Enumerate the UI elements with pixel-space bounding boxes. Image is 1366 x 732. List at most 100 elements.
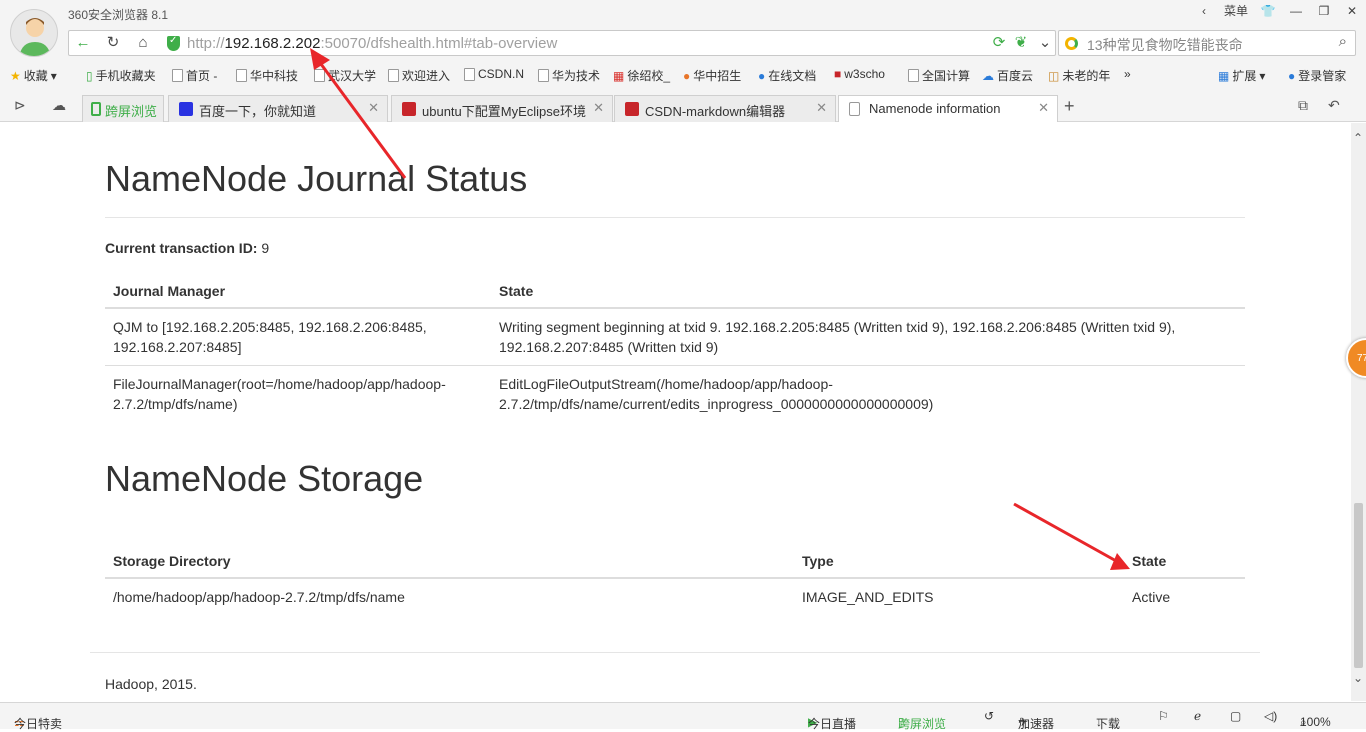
search-engine-icon[interactable]	[1065, 37, 1078, 50]
skin-icon[interactable]: 👕	[1254, 0, 1282, 22]
search-input[interactable]: 13种常见食物吃错能丧命	[1087, 35, 1243, 55]
col-type: Type	[794, 545, 1124, 579]
table-header-row: Storage Directory Type State	[105, 545, 1245, 579]
bookmark-item[interactable]: 华为技术	[538, 67, 600, 84]
bookmark-item[interactable]: ● 华中招生	[683, 67, 741, 84]
back-small-icon[interactable]: ‹	[1190, 0, 1218, 22]
status-bar: ⚏ 今日特卖 ▶ 今日直播 ▯ 跨屏浏览 ↺ ✈ 加速器 ↓ 下载 ⚐ ℯ ▢ …	[0, 702, 1366, 731]
page-icon	[464, 67, 475, 81]
bookmark-item[interactable]: 武汉大学	[314, 67, 376, 84]
login-manager-button[interactable]: ● 登录管家	[1288, 67, 1346, 84]
tab-ubuntu[interactable]: ubuntu下配置MyEclipse环境 ✕	[391, 95, 613, 122]
page-icon	[172, 69, 183, 82]
home-icon[interactable]: ⌂	[133, 34, 153, 52]
storage-state-cell: Active	[1124, 577, 1245, 615]
phone-icon: ▯	[86, 68, 93, 83]
current-txid: Current transaction ID: 9	[105, 240, 269, 256]
table-header-row: Journal Manager State	[105, 275, 1245, 309]
phone-icon	[91, 102, 101, 116]
window-icon[interactable]: ▢	[1230, 709, 1241, 723]
col-journal-manager: Journal Manager	[105, 275, 491, 309]
close-tab-icon[interactable]: ✕	[1038, 100, 1049, 116]
bookmark-item[interactable]: ☁ 百度云	[982, 67, 1033, 84]
scroll-down-icon[interactable]: ⌄	[1353, 671, 1363, 685]
search-box[interactable]: 13种常见食物吃错能丧命 ⌕	[1058, 30, 1356, 56]
journal-manager-cell: FileJournalManager(root=/home/hadoop/app…	[105, 365, 491, 422]
footer-text: Hadoop, 2015.	[105, 676, 197, 692]
refresh-icon[interactable]: ↻	[103, 34, 123, 52]
footer-divider	[90, 652, 1260, 653]
compat-mode-icon[interactable]: ⟳	[989, 34, 1009, 52]
tab-bar: 跨屏浏览 百度一下，你就知道 ✕ ubuntu下配置MyEclipse环境 ✕ …	[0, 95, 1366, 122]
csdn-icon	[625, 102, 639, 116]
bookmark-item[interactable]: 全国计算	[908, 67, 970, 84]
search-icon[interactable]: ⌕	[1339, 33, 1347, 50]
avatar-icon	[19, 18, 51, 56]
tab-baidu[interactable]: 百度一下，你就知道 ✕	[168, 95, 388, 122]
volume-icon[interactable]: ◁)	[1264, 709, 1277, 723]
bookmark-item[interactable]: ▯ 手机收藏夹	[86, 67, 156, 84]
firefox-icon: ●	[683, 68, 691, 83]
image-icon: ◫	[1048, 68, 1060, 83]
extensions-button[interactable]: ▦ 扩展 ▾	[1218, 67, 1265, 84]
star-icon: ★	[10, 68, 21, 83]
col-state: State	[491, 275, 1245, 309]
address-bar[interactable]: ← ↻ ⌂ http://192.168.2.202:50070/dfsheal…	[68, 30, 1056, 56]
page-icon	[236, 69, 247, 82]
tab-cross-screen[interactable]: 跨屏浏览	[82, 95, 164, 122]
flag-icon[interactable]: ⚐	[1158, 709, 1169, 723]
table-row: QJM to [192.168.2.205:8485, 192.168.2.20…	[105, 307, 1245, 366]
dropdown-icon[interactable]: ⌄	[1035, 34, 1055, 52]
storage-type-cell: IMAGE_AND_EDITS	[794, 577, 1124, 615]
close-tab-icon[interactable]: ✕	[816, 100, 827, 116]
maximize-button[interactable]: ❐	[1310, 0, 1338, 22]
window-controls: ‹ 菜单 👕 — ❐ ✕	[1190, 0, 1366, 22]
colorful-icon: ▦	[613, 68, 625, 83]
bookmark-item[interactable]: ▦ 徐绍校_	[613, 67, 670, 84]
chevron-down-icon: ▾	[1259, 68, 1266, 83]
bookmark-item[interactable]: 华中科技	[236, 67, 298, 84]
col-state: State	[1124, 545, 1245, 579]
bookmark-favorites[interactable]: ★ 收藏 ▾	[10, 67, 57, 84]
refresh-mode-icon[interactable]: ↺	[984, 709, 994, 723]
scroll-up-icon[interactable]: ⌃	[1353, 131, 1363, 145]
storage-table: Storage Directory Type State /home/hadoo…	[105, 545, 1245, 615]
new-tab-icon[interactable]: +	[1064, 96, 1075, 117]
bookmark-item[interactable]: 首页 -	[172, 67, 217, 84]
bookmark-item[interactable]: CSDN.N	[464, 67, 524, 81]
close-button[interactable]: ✕	[1338, 0, 1366, 22]
page-icon	[849, 102, 860, 116]
minimize-button[interactable]: —	[1282, 0, 1310, 22]
undo-close-icon[interactable]: ↶	[1328, 97, 1340, 114]
close-tab-icon[interactable]: ✕	[368, 100, 379, 116]
url-text[interactable]: http://192.168.2.202:50070/dfshealth.htm…	[187, 35, 557, 52]
ie-icon[interactable]: ℯ	[1194, 709, 1201, 723]
url-scheme: http://	[187, 35, 225, 52]
bookmark-item[interactable]: ● 在线文档	[758, 67, 816, 84]
tab-namenode[interactable]: Namenode information ✕	[838, 95, 1058, 122]
table-row: /home/hadoop/app/hadoop-2.7.2/tmp/dfs/na…	[105, 577, 1245, 615]
col-storage-directory: Storage Directory	[105, 545, 794, 579]
user-avatar[interactable]	[10, 9, 58, 57]
security-shield-icon[interactable]	[167, 35, 180, 51]
scroll-thumb[interactable]	[1354, 503, 1363, 668]
leaf-icon[interactable]: ❦	[1011, 34, 1031, 52]
page-icon	[908, 69, 919, 82]
bookmark-item[interactable]: 欢迎进入	[388, 67, 450, 84]
vertical-scrollbar[interactable]: ⌃ ⌄	[1351, 123, 1366, 701]
back-icon[interactable]: ←	[73, 34, 93, 52]
more-bookmarks-icon[interactable]: »	[1124, 67, 1131, 81]
storage-title: NameNode Storage	[105, 458, 424, 499]
baidu-paw-icon	[179, 102, 193, 116]
txid-label: Current transaction ID:	[105, 240, 258, 256]
csdn-icon	[402, 102, 416, 116]
menu-button[interactable]: 菜单	[1218, 0, 1254, 22]
journal-manager-cell: QJM to [192.168.2.205:8485, 192.168.2.20…	[105, 307, 491, 366]
tab-csdn-markdown[interactable]: CSDN-markdown编辑器 ✕	[614, 95, 836, 122]
bookmark-item[interactable]: ■ w3scho	[834, 67, 885, 81]
app-title: 360安全浏览器 8.1	[68, 8, 169, 22]
close-tab-icon[interactable]: ✕	[593, 100, 604, 116]
bookmark-item[interactable]: ◫ 未老的年	[1048, 67, 1110, 84]
tab-list-icon[interactable]: ⧉	[1298, 97, 1308, 114]
browser-chrome: 360安全浏览器 8.1 ‹ 菜单 👕 — ❐ ✕ ← ↻ ⌂ http://1…	[0, 0, 1366, 122]
